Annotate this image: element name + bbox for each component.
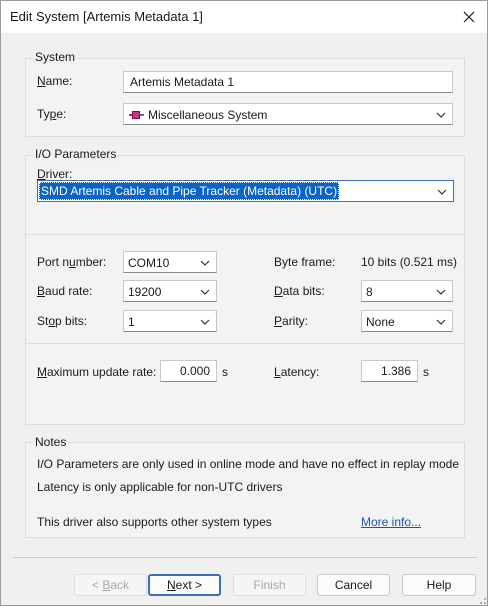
baud-rate-label: Baud rate: xyxy=(37,284,93,298)
stop-bits-select[interactable]: 1 xyxy=(123,310,217,332)
name-label-rest: ame: xyxy=(45,74,73,88)
title-bar: Edit System [Artemis Metadata 1] xyxy=(1,1,487,33)
driver-label: Driver: xyxy=(37,167,73,181)
io-group-title: I/O Parameters xyxy=(33,147,119,161)
driver-select[interactable]: SMD Artemis Cable and Pipe Tracker (Meta… xyxy=(37,180,454,202)
chevron-down-icon xyxy=(436,289,446,295)
notes-line-latency: Latency is only applicable for non-UTC d… xyxy=(37,480,283,494)
type-value: Miscellaneous System xyxy=(148,108,268,122)
more-info-link[interactable]: More info... xyxy=(361,515,421,529)
data-bits-select[interactable]: 8 xyxy=(361,280,453,302)
next-button-label: Next > xyxy=(166,578,203,592)
stop-bits-value: 1 xyxy=(128,315,135,329)
back-button[interactable]: < Back xyxy=(74,574,147,596)
data-bits-value: 8 xyxy=(366,285,373,299)
io-divider-top xyxy=(26,234,464,235)
parity-label: Parity: xyxy=(274,314,309,328)
max-update-rate-label: Maximum update rate: xyxy=(37,365,157,379)
edit-system-dialog: Edit System [Artemis Metadata 1] System … xyxy=(0,0,488,606)
chevron-down-icon xyxy=(436,319,446,325)
notes-line-io: I/O Parameters are only used in online m… xyxy=(37,457,460,471)
close-icon xyxy=(463,11,475,23)
max-update-rate-field[interactable]: 0.000 xyxy=(160,360,217,382)
latency-unit: s xyxy=(423,365,429,379)
next-button[interactable]: Next > xyxy=(148,574,221,596)
stop-bits-label: Stop bits: xyxy=(37,314,88,328)
baud-rate-select[interactable]: 19200 xyxy=(123,280,217,302)
chevron-down-icon xyxy=(436,112,446,118)
close-button[interactable] xyxy=(457,5,481,29)
parity-select[interactable]: None xyxy=(361,310,453,332)
parity-value: None xyxy=(366,315,395,329)
baud-rate-value: 19200 xyxy=(128,285,162,299)
notes-line-driver: This driver also supports other system t… xyxy=(37,515,272,529)
type-select[interactable]: Miscellaneous System xyxy=(123,103,453,125)
port-number-value: COM10 xyxy=(128,256,170,270)
cancel-button[interactable]: Cancel xyxy=(317,574,390,596)
chevron-down-icon xyxy=(200,260,210,266)
max-update-rate-unit: s xyxy=(222,365,228,379)
resize-grip-icon[interactable] xyxy=(475,593,487,605)
chevron-down-icon xyxy=(200,289,210,295)
help-button[interactable]: Help xyxy=(402,574,476,596)
back-button-label: < Back xyxy=(91,578,130,592)
byte-frame-label: Byte frame: xyxy=(274,255,336,269)
byte-frame-value: 10 bits (0.521 ms) xyxy=(361,255,458,269)
window-title: Edit System [Artemis Metadata 1] xyxy=(10,9,203,24)
chevron-down-icon xyxy=(437,189,447,195)
latency-label: Latency: xyxy=(274,365,320,379)
name-label: Name: xyxy=(37,74,73,88)
type-label: Type: xyxy=(37,107,67,121)
footer-divider xyxy=(13,557,477,558)
finish-button[interactable]: Finish xyxy=(233,574,306,596)
chevron-down-icon xyxy=(200,319,210,325)
data-bits-label: Data bits: xyxy=(274,284,325,298)
latency-field[interactable]: 1.386 xyxy=(361,360,418,382)
notes-group-title: Notes xyxy=(33,435,69,449)
misc-system-icon xyxy=(129,109,145,121)
io-divider-bottom xyxy=(26,343,464,344)
port-number-select[interactable]: COM10 xyxy=(123,251,217,273)
system-group xyxy=(25,58,465,137)
system-group-title: System xyxy=(33,50,78,64)
name-field[interactable]: Artemis Metadata 1 xyxy=(123,71,453,93)
driver-value: SMD Artemis Cable and Pipe Tracker (Meta… xyxy=(39,182,340,200)
port-number-label: Port number: xyxy=(37,255,107,269)
